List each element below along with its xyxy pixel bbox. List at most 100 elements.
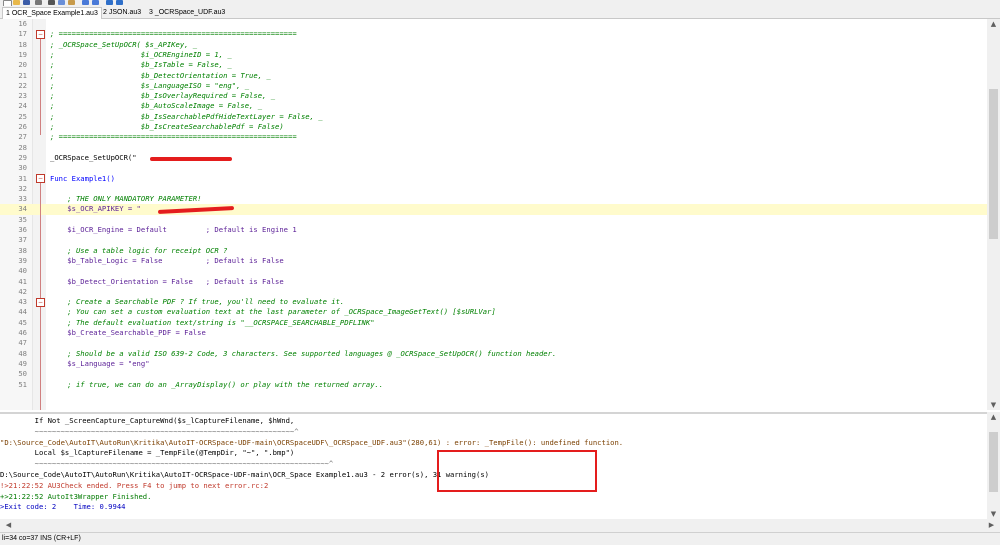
code-text: ; Should be a valid ISO 639-2 Code, 3 ch… bbox=[50, 348, 557, 358]
fold-guide bbox=[40, 39, 41, 135]
code-line: 24 ; $b_AutoScaleImage = False, _ bbox=[0, 101, 987, 111]
code-line: 20 ; $b_IsTable = False, _ bbox=[0, 60, 987, 70]
scroll-up-icon[interactable]: ▲ bbox=[987, 19, 1000, 29]
code-line: 51 ; if true, we can do an _ArrayDisplay… bbox=[0, 380, 987, 390]
line-number: 20 bbox=[18, 60, 27, 70]
line-number: 25 bbox=[18, 111, 27, 121]
code-line: 26 ; $b_IsCreateSearchablePdf = False) bbox=[0, 122, 987, 132]
scroll-down-icon[interactable]: ▼ bbox=[987, 509, 1000, 519]
output-summary-line[interactable]: D:\Source_Code\AutoIT\AutoRun\Kritika\Au… bbox=[0, 470, 489, 481]
line-number: 43 bbox=[18, 297, 27, 307]
code-line: 23 ; $b_IsOverlayRequired = False, _ bbox=[0, 91, 987, 101]
line-number: 47 bbox=[18, 338, 27, 348]
code-line: 33 ; THE ONLY MANDATORY PARAMETER! bbox=[0, 194, 987, 204]
code-text: ; Create a Searchable PDF ? If true, you… bbox=[50, 297, 345, 307]
code-line: 16 bbox=[0, 19, 987, 29]
code-line: 41 $b_Detect_Orientation = False ; Defau… bbox=[0, 277, 987, 287]
code-line: 49 $s_Language = "eng" bbox=[0, 359, 987, 369]
line-number: 16 bbox=[18, 19, 27, 28]
code-line: 18 ; _OCRSpace_SetUpOCR( $s_APIKey, _ bbox=[0, 40, 987, 50]
line-number: 32 bbox=[18, 183, 27, 193]
code-line: 39 $b_Table_Logic = False ; Default is F… bbox=[0, 256, 987, 266]
open-icon[interactable] bbox=[13, 0, 20, 5]
horizontal-scrollbar[interactable]: ◀ ▶ bbox=[0, 519, 1000, 532]
fold-guide bbox=[40, 183, 41, 410]
save-icon[interactable] bbox=[23, 0, 30, 5]
current-code-line: 34 $s_OCR_APIKEY = " bbox=[0, 204, 987, 215]
cut-icon[interactable] bbox=[48, 0, 55, 5]
code-line: 48 ; Should be a valid ISO 639-2 Code, 3… bbox=[0, 349, 987, 359]
code-line: 50 bbox=[0, 369, 987, 379]
code-line: 36 $i_OCR_Engine = Default ; Default is … bbox=[0, 225, 987, 235]
line-number: 42 bbox=[18, 286, 27, 296]
code-text: ; $b_IsSearchablePdfHideTextLayer = Fals… bbox=[50, 111, 323, 121]
code-line: 29 _OCRSpace_SetUpOCR(" bbox=[0, 153, 987, 163]
output-vertical-scrollbar[interactable]: ▲ ▼ bbox=[987, 412, 1000, 519]
line-number: 49 bbox=[18, 358, 27, 368]
replace-icon[interactable] bbox=[116, 0, 123, 5]
code-text: ; $s_LanguageISO = "eng", _ bbox=[50, 80, 250, 90]
code-text: _OCRSpace_SetUpOCR(" bbox=[50, 152, 137, 162]
line-number: 28 bbox=[18, 142, 27, 152]
code-text: $b_Table_Logic = False ; Default is Fals… bbox=[50, 255, 284, 265]
code-text: ; Use a table logic for receipt OCR ? bbox=[50, 245, 228, 255]
redaction-mark bbox=[150, 157, 232, 161]
code-line: 42 bbox=[0, 287, 987, 297]
line-number: 38 bbox=[18, 245, 27, 255]
fold-collapse-icon[interactable]: − bbox=[36, 298, 45, 307]
line-number: 46 bbox=[18, 328, 27, 337]
line-number: 30 bbox=[18, 163, 27, 173]
find-icon[interactable] bbox=[106, 0, 113, 5]
error-highlight-box bbox=[437, 450, 597, 492]
line-number: 19 bbox=[18, 49, 27, 59]
code-line: 17 ; ===================================… bbox=[0, 29, 987, 39]
output-line: If Not _ScreenCapture_CaptureWnd($s_lCap… bbox=[0, 416, 295, 425]
redo-icon[interactable] bbox=[92, 0, 99, 5]
code-text: ; $b_AutoScaleImage = False, _ bbox=[50, 101, 263, 111]
code-line: 40 bbox=[0, 266, 987, 276]
code-line: 32 bbox=[0, 184, 987, 194]
line-number: 31 bbox=[18, 173, 27, 183]
scroll-up-icon[interactable]: ▲ bbox=[987, 412, 1000, 422]
output-line: Local $s_lCaptureFilename = _TempFile(@T… bbox=[0, 448, 295, 458]
code-line: 37 bbox=[0, 235, 987, 245]
editor-vertical-scrollbar[interactable]: ▲ ▼ bbox=[987, 19, 1000, 410]
fold-collapse-icon[interactable]: − bbox=[36, 174, 45, 183]
code-text: ; $b_IsTable = False, _ bbox=[50, 60, 232, 70]
code-line: 47 bbox=[0, 338, 987, 348]
code-text: ; if true, we can do an _ArrayDisplay() … bbox=[50, 379, 384, 389]
code-text: ; $b_IsCreateSearchablePdf = False) bbox=[50, 122, 284, 131]
code-text: Func Example1() bbox=[50, 173, 115, 183]
code-editor[interactable]: 16 17 ; ================================… bbox=[0, 19, 987, 410]
line-number: 35 bbox=[18, 214, 27, 224]
scroll-down-icon[interactable]: ▼ bbox=[987, 400, 1000, 410]
code-line: 43 ; Create a Searchable PDF ? If true, … bbox=[0, 297, 987, 307]
scrollbar-thumb[interactable] bbox=[989, 89, 998, 239]
tab-json[interactable]: 2 JSON.au3 bbox=[100, 7, 144, 18]
print-icon[interactable] bbox=[35, 0, 42, 5]
copy-icon[interactable] bbox=[58, 0, 65, 5]
scrollbar-thumb[interactable] bbox=[989, 432, 998, 492]
output-line: ~~~~~~~~~~~~~~~~~~~~~~~~~~~~~~~~~~~~~~~~… bbox=[0, 426, 299, 436]
code-line: 28 bbox=[0, 143, 987, 153]
tab-ocrspace-udf[interactable]: 3 _OCRSpace_UDF.au3 bbox=[146, 7, 228, 18]
code-text: ; $i_OCREngineID = 1, _ bbox=[50, 49, 232, 59]
fold-collapse-icon[interactable]: − bbox=[36, 30, 45, 39]
code-text: $i_OCR_Engine = Default ; Default is Eng… bbox=[50, 225, 297, 234]
line-number: 29 bbox=[18, 152, 27, 162]
paste-icon[interactable] bbox=[68, 0, 75, 5]
scroll-left-icon[interactable]: ◀ bbox=[2, 520, 15, 530]
output-error-path[interactable]: "D:\Source_Code\AutoIT\AutoRun\Kritika\A… bbox=[0, 438, 623, 449]
undo-icon[interactable] bbox=[82, 0, 89, 5]
line-number: 50 bbox=[18, 369, 27, 379]
output-wrapper-finished: +>21:22:52 AutoIt3Wrapper Finished. bbox=[0, 491, 152, 501]
status-bar: li=34 co=37 INS (CR+LF) bbox=[0, 532, 1000, 545]
scroll-right-icon[interactable]: ▶ bbox=[985, 520, 998, 530]
line-number: 33 bbox=[18, 194, 27, 204]
tab-bar: 1 OCR_Space Example1.au3 2 JSON.au3 3 _O… bbox=[0, 6, 1000, 19]
line-number: 17 bbox=[18, 29, 27, 39]
code-line: 19 ; $i_OCREngineID = 1, _ bbox=[0, 50, 987, 60]
tab-ocr-space-example1[interactable]: 1 OCR_Space Example1.au3 bbox=[2, 7, 102, 19]
line-number: 34 bbox=[18, 204, 27, 214]
output-line: ~~~~~~~~~~~~~~~~~~~~~~~~~~~~~~~~~~~~~~~~… bbox=[0, 459, 334, 469]
